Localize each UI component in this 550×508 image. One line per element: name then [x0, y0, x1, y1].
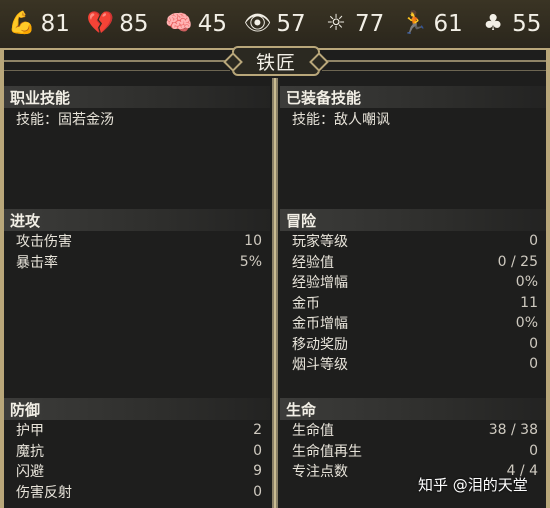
attack-header: 进攻 — [4, 209, 270, 231]
stat-row: 生命值 38 / 38 — [280, 420, 546, 441]
stat-row: 玩家等级 0 — [280, 231, 546, 252]
attack-panel: 进攻 攻击伤害 10 暴击率 5% — [4, 209, 270, 272]
stat-row-label: 移动奖励 — [292, 336, 348, 353]
frame-inner-line-left — [4, 70, 230, 71]
life-panel: 生命 生命值 38 / 38 生命值再生 0 专注点数 4 / 4 — [280, 398, 546, 482]
stat-bar: 💪 81 💔 85 🧠 45 👁 57 ☼ 77 🏃 61 ♣ 55 — [0, 0, 550, 50]
stat-row: 生命值再生 0 — [280, 441, 546, 462]
clover-icon: ♣ — [483, 11, 503, 36]
stat-row-value: 0 — [529, 442, 538, 459]
frame-top-line-left — [4, 60, 230, 62]
frame-inner-line-right — [322, 70, 546, 71]
stat-row: 金币增幅 0% — [280, 313, 546, 334]
strength-arm-icon: 💪 — [7, 11, 36, 36]
stat-value: 45 — [197, 11, 228, 37]
stat-row-label: 闪避 — [16, 464, 44, 481]
stat-item[interactable]: 💪 81 — [0, 11, 79, 37]
stat-row: 金币 11 — [280, 293, 546, 314]
stat-item[interactable]: 🏃 61 — [393, 11, 472, 37]
stat-row-label: 魔抗 — [16, 443, 44, 460]
stat-row-value: 0% — [515, 315, 538, 332]
defense-header: 防御 — [4, 398, 270, 420]
stat-row-value: 0% — [515, 274, 538, 291]
stat-row-label: 伤害反射 — [16, 484, 72, 501]
stat-row-label: 经验值 — [292, 254, 334, 271]
stat-row: 护甲 2 — [4, 420, 270, 441]
stat-row: 烟斗等级 0 — [280, 354, 546, 375]
stat-row-label: 生命值 — [292, 423, 334, 440]
job-skill-header: 职业技能 — [4, 86, 270, 108]
stat-row-value: 0 / 25 — [497, 253, 538, 270]
stat-row: 经验增幅 0% — [280, 272, 546, 293]
brain-icon: 🧠 — [165, 11, 193, 36]
stat-row-value: 0 — [529, 335, 538, 352]
stat-row: 经验值 0 / 25 — [280, 252, 546, 273]
adventure-header: 冒险 — [280, 209, 546, 231]
stat-row-value: 2 — [253, 422, 262, 439]
stat-row-value: 11 — [520, 294, 538, 311]
stat-row-value: 0 — [253, 483, 262, 500]
job-skill-panel: 职业技能 技能：固若金汤 — [4, 86, 270, 130]
stat-item[interactable]: ☼ 77 — [314, 11, 393, 37]
stat-row-value: 0 — [529, 356, 538, 373]
stat-row-value: 5% — [239, 253, 262, 270]
stat-row-label: 专注点数 — [292, 464, 348, 481]
broken-heart-icon: 💔 — [86, 11, 114, 36]
frame-right-border — [546, 48, 550, 508]
sun-figure-icon: ☼ — [326, 11, 346, 36]
stat-row-label: 暴击率 — [16, 254, 58, 271]
stat-row-label: 金币增幅 — [292, 316, 348, 333]
life-header: 生命 — [280, 398, 546, 420]
stat-item[interactable]: 👁 57 — [236, 11, 315, 37]
stat-row: 伤害反射 0 — [4, 482, 270, 503]
stat-item[interactable]: ♣ 55 — [471, 11, 550, 37]
stat-row-label: 玩家等级 — [292, 234, 348, 251]
stat-row: 攻击伤害 10 — [4, 231, 270, 252]
equipped-skill-panel: 已装备技能 技能：敌人嘲讽 — [280, 86, 546, 130]
equipped-skill-header: 已装备技能 — [280, 86, 546, 108]
stat-row: 移动奖励 0 — [280, 334, 546, 355]
equipped-skill-text[interactable]: 技能：敌人嘲讽 — [280, 108, 546, 130]
stat-value: 55 — [512, 11, 542, 37]
stat-row: 魔抗 0 — [4, 441, 270, 462]
stat-row-value: 38 / 38 — [488, 422, 538, 439]
stat-row-value: 0 — [253, 442, 262, 459]
defense-panel: 防御 护甲 2 魔抗 0 闪避 9 伤害反射 0 — [4, 398, 270, 502]
stat-value: 57 — [276, 11, 306, 37]
adventure-panel: 冒险 玩家等级 0 经验值 0 / 25 经验增幅 0% 金币 11 金币增幅 0% 移动奖励 0 烟斗… — [280, 209, 546, 375]
frame-top-line-right — [322, 60, 546, 62]
class-title: 铁匠 — [255, 51, 296, 74]
column-divider — [272, 78, 278, 508]
stat-row: 闪避 9 — [4, 461, 270, 482]
stat-value: 77 — [354, 11, 385, 37]
eye-icon: 👁 — [243, 11, 272, 36]
stat-row-label: 护甲 — [16, 423, 44, 440]
stat-row-label: 生命值再生 — [292, 443, 362, 460]
job-skill-text[interactable]: 技能：固若金汤 — [4, 108, 270, 130]
running-figure-icon: 🏃 — [400, 11, 429, 36]
watermark: 知乎 @泪的天堂 — [418, 476, 528, 494]
stat-item[interactable]: 💔 85 — [79, 11, 158, 37]
class-title-plate: 铁匠 — [232, 46, 320, 76]
stat-value: 61 — [433, 11, 463, 37]
stat-item[interactable]: 🧠 45 — [157, 11, 236, 37]
stat-value: 81 — [40, 11, 70, 37]
stat-row-label: 烟斗等级 — [292, 357, 348, 374]
stat-value: 85 — [119, 11, 149, 37]
stat-row-label: 攻击伤害 — [16, 234, 72, 251]
stat-row-value: 10 — [244, 233, 262, 250]
stat-row-value: 9 — [253, 463, 262, 480]
stat-row-label: 经验增幅 — [292, 275, 348, 292]
stat-row: 暴击率 5% — [4, 252, 270, 273]
stat-row-label: 金币 — [292, 295, 320, 312]
stat-row-value: 0 — [529, 233, 538, 250]
